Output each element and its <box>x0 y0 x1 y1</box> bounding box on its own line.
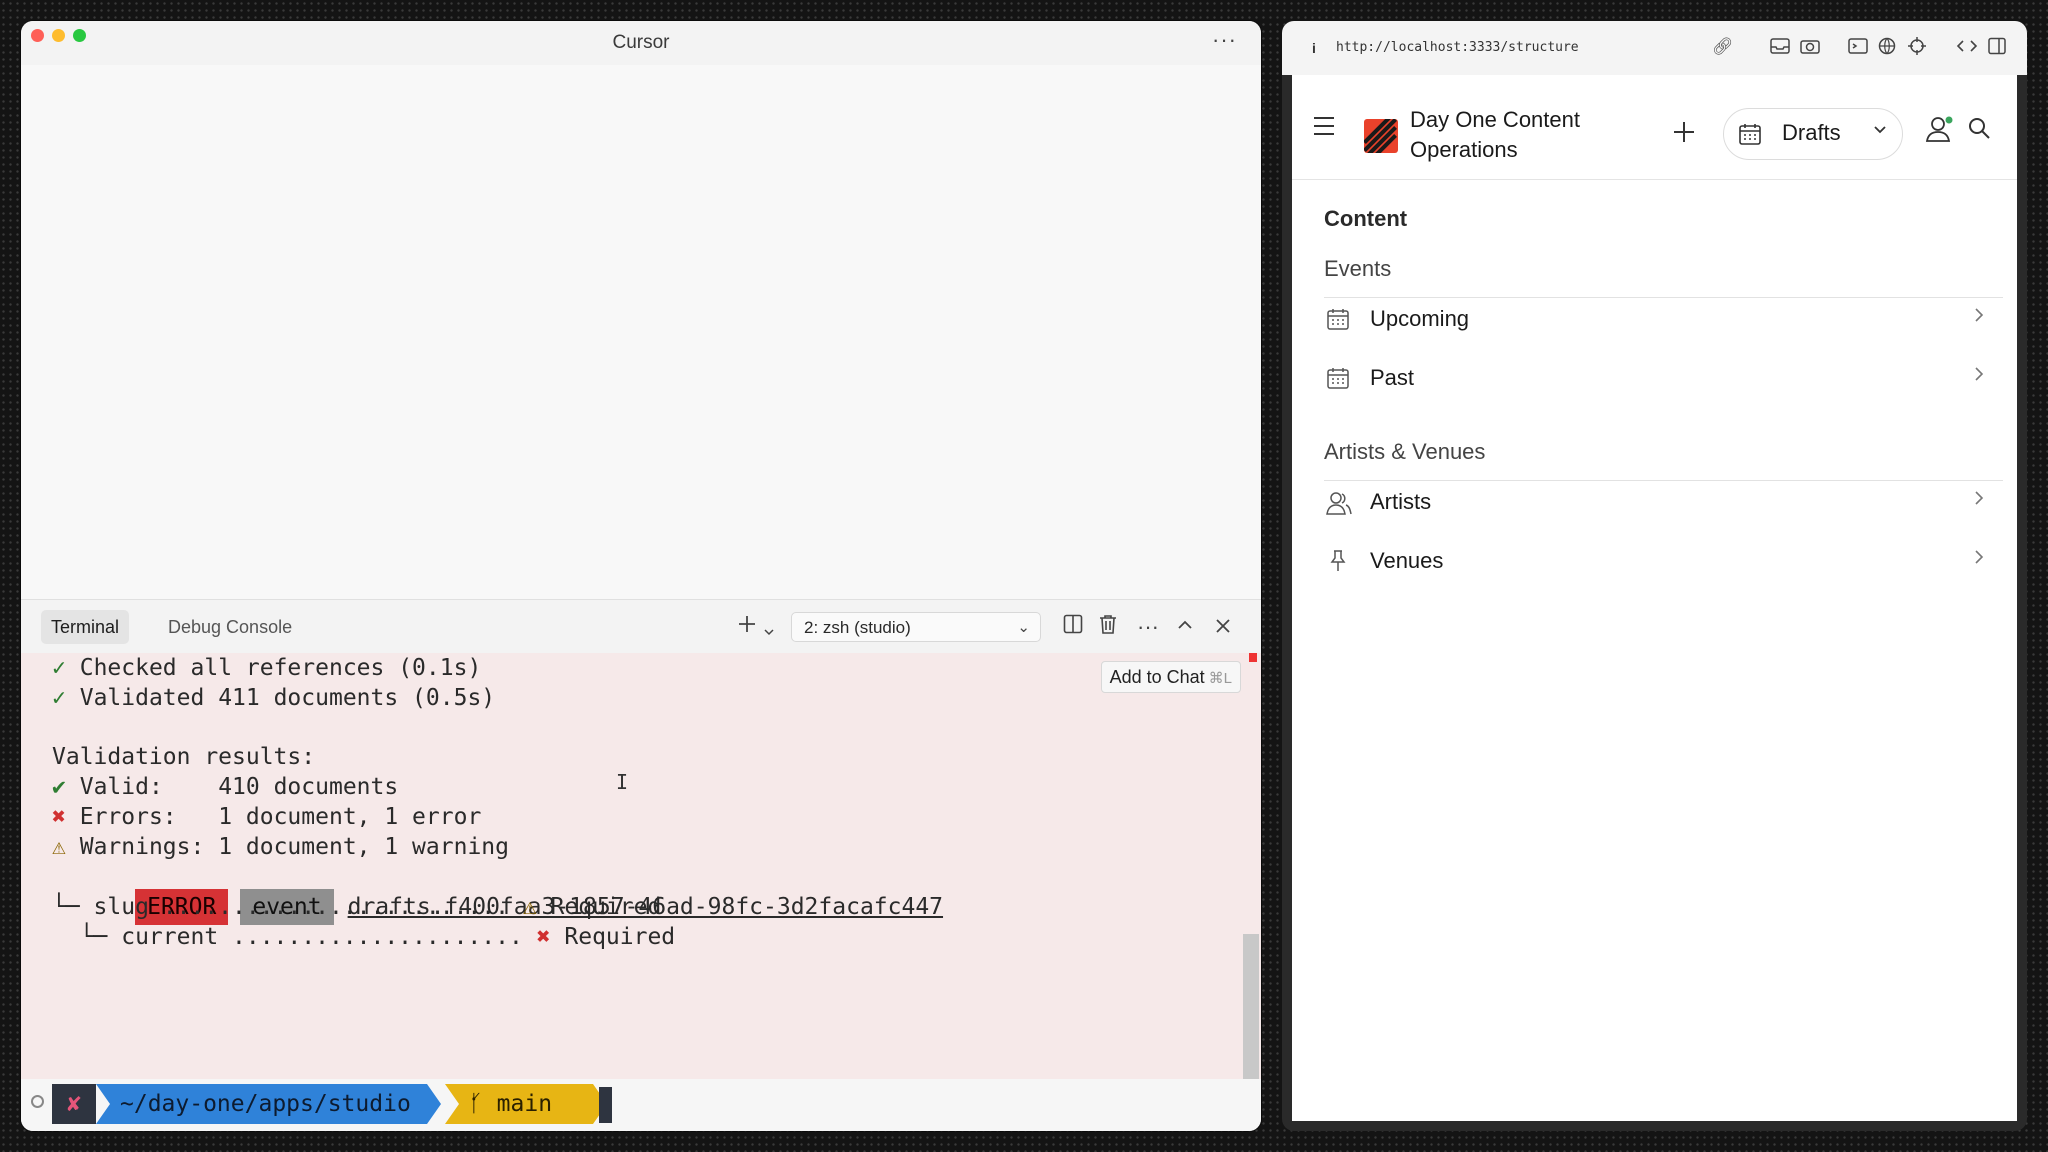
calendar-icon <box>1327 368 1349 389</box>
check-icon: ✔ <box>52 774 66 800</box>
terminal-line: ⚠ Warnings: 1 document, 1 warning <box>52 834 509 860</box>
brand-logo <box>1364 119 1398 153</box>
trash-icon[interactable] <box>1099 614 1117 640</box>
perspective-label: Drafts <box>1782 120 1841 145</box>
search-icon[interactable] <box>1968 117 1990 139</box>
terminal-line: ✓ Checked all references (0.1s) <box>52 655 482 681</box>
terminal-icon[interactable] <box>1848 37 1868 55</box>
ellipsis-icon[interactable]: ··· <box>1212 27 1237 53</box>
list-item-label: Venues <box>1370 548 1444 573</box>
calendar-icon <box>1739 124 1761 145</box>
check-icon: ✓ <box>52 655 66 681</box>
create-button[interactable] <box>1672 117 1696 149</box>
window-title: Cursor <box>612 32 670 53</box>
app-name[interactable]: Day One Content Operations <box>1410 105 1610 165</box>
cross-icon: ✖ <box>52 804 66 830</box>
terminal-line: ✔ Valid: 410 documents <box>52 774 399 800</box>
chevron-right-icon <box>1973 489 1985 512</box>
chevron-down-icon[interactable] <box>763 618 775 644</box>
terminal-line: ✓ Validated 411 documents (0.5s) <box>52 685 496 711</box>
terminal-line: └─ current ..................... ✖ Requi… <box>52 924 676 950</box>
list-item-venues[interactable]: Venues <box>1314 536 1995 586</box>
prompt-status: ✘ <box>52 1084 96 1124</box>
inbox-icon[interactable] <box>1770 37 1790 55</box>
warning-icon: ⚠ <box>52 834 66 860</box>
list-item-label: Artists <box>1370 489 1432 514</box>
chevron-up-icon[interactable] <box>1176 614 1194 640</box>
panel-header: Terminal Debug Console 2: zsh (studio) ⌄… <box>21 599 1261 654</box>
chevron-right-icon <box>1973 548 1985 571</box>
globe-icon[interactable] <box>1878 37 1896 55</box>
close-icon[interactable] <box>1215 614 1231 640</box>
code-icon[interactable] <box>1956 37 1978 55</box>
studio-page: Day One Content Operations Drafts Conten… <box>1292 75 2017 1121</box>
terminal-line: └─ slug ......................... ⚠ Requ… <box>52 894 662 920</box>
cross-icon: ✖ <box>536 924 551 950</box>
chevron-down-icon <box>1872 121 1888 142</box>
presence-icon[interactable] <box>1925 115 1955 143</box>
terminal-scrollbar[interactable] <box>1243 934 1259 1079</box>
section-title-artists-venues: Artists & Venues <box>1324 439 1486 464</box>
warning-icon: ⚠ <box>522 894 537 920</box>
url-bar[interactable]: i http://localhost:3333/structure 🔗︎ <box>1282 21 2027 75</box>
list-item-past[interactable]: Past <box>1314 353 1995 403</box>
scroll-marker <box>1249 653 1257 662</box>
tab-terminal[interactable]: Terminal <box>41 610 130 644</box>
text-cursor-icon: I <box>616 770 629 794</box>
terminal-prompt[interactable]: ✘ ~/day-one/apps/studio ᚶ main <box>21 1079 1261 1131</box>
crosshair-icon[interactable] <box>1908 37 1926 55</box>
terminal-line: Validation results: <box>52 744 316 770</box>
chevron-down-icon: ⌄ <box>1017 619 1030 636</box>
chevron-right-icon <box>1973 306 1985 329</box>
terminal-output[interactable]: ✓ Checked all references (0.1s) ✓ Valida… <box>21 653 1261 1079</box>
browser-window: i http://localhost:3333/structure 🔗︎ Day… <box>1282 21 2027 1131</box>
tab-debug-console[interactable]: Debug Console <box>158 610 302 644</box>
camera-icon[interactable] <box>1800 37 1820 55</box>
terminal-select-value: 2: zsh (studio) <box>804 618 911 637</box>
calendar-icon <box>1327 309 1349 330</box>
root-pane-title: Content <box>1324 206 1408 231</box>
editor-area[interactable] <box>21 65 1261 599</box>
section-title-events: Events <box>1324 256 1392 281</box>
terminal-line: ✖ Errors: 1 document, 1 error <box>52 804 482 830</box>
info-icon[interactable]: i <box>1312 40 1316 56</box>
check-icon: ✓ <box>52 685 66 711</box>
add-to-chat-button[interactable]: Add to Chat ⌘L <box>1100 661 1241 693</box>
shortcut-hint: ⌘L <box>1208 670 1232 687</box>
sidebar-icon[interactable] <box>1988 37 2006 55</box>
cursor-window: Cursor ··· Terminal Debug Console 2: zsh… <box>21 21 1261 1131</box>
plus-icon[interactable] <box>737 614 757 640</box>
terminal-select[interactable]: 2: zsh (studio) ⌄ <box>791 612 1041 642</box>
split-icon[interactable] <box>1063 614 1083 640</box>
prompt-branch: ᚶ main <box>445 1084 607 1124</box>
perspective-menu-button[interactable]: Drafts <box>1723 108 1903 160</box>
list-item-label: Past <box>1370 365 1415 390</box>
app-header: Day One Content Operations Drafts <box>1292 75 2017 180</box>
branch-icon: ᚶ <box>469 1091 497 1117</box>
users-icon <box>1326 492 1352 515</box>
prompt-indicator <box>31 1095 44 1108</box>
prompt-path: ~/day-one/apps/studio <box>96 1084 441 1124</box>
list-item-label: Upcoming <box>1370 306 1470 331</box>
link-icon[interactable]: 🔗︎ <box>1712 37 1734 57</box>
ellipsis-icon[interactable]: ··· <box>1137 614 1159 640</box>
pin-icon <box>1330 550 1346 571</box>
list-item-artists[interactable]: Artists <box>1314 477 1995 527</box>
chevron-right-icon <box>1973 365 1985 388</box>
title-bar: Cursor ··· <box>21 21 1261 65</box>
list-item-upcoming[interactable]: Upcoming <box>1314 294 1995 344</box>
terminal-caret <box>599 1087 612 1123</box>
menu-icon[interactable] <box>1314 117 1334 141</box>
url-field[interactable]: http://localhost:3333/structure <box>1336 40 1579 55</box>
